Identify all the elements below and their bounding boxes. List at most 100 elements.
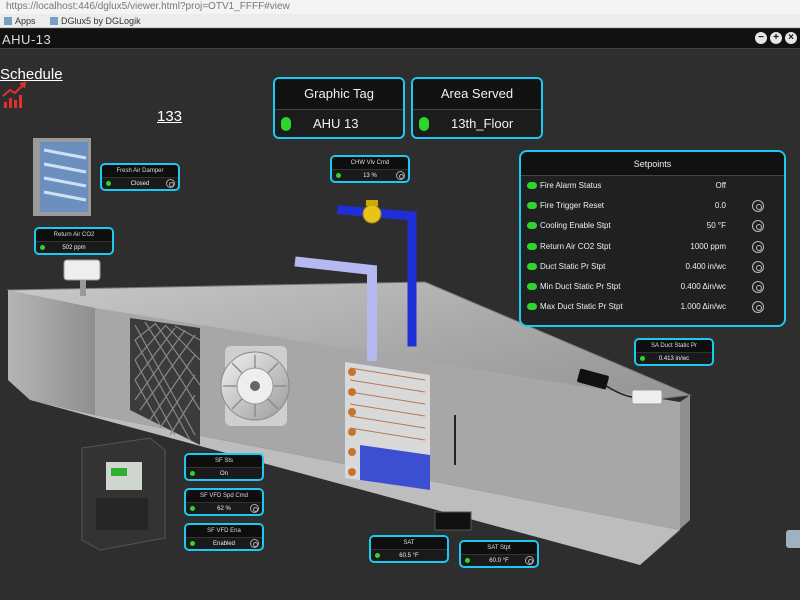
sat-setpoint-widget[interactable]: SAT Stpt 60.0 °F [459, 540, 539, 568]
widget-value: 62 % [217, 506, 231, 512]
widget-value: 502 ppm [62, 245, 86, 251]
status-dot-icon [106, 181, 111, 186]
status-dot-icon [465, 558, 470, 563]
settings-icon[interactable] [525, 556, 534, 565]
sat-widget[interactable]: SAT 60.5 °F [369, 535, 449, 563]
widget-value: Closed [130, 181, 150, 187]
settings-icon[interactable] [166, 179, 175, 188]
settings-icon[interactable] [752, 280, 764, 293]
setpoint-value: 50 °F [706, 221, 726, 231]
schedule-link[interactable]: Schedule [0, 66, 63, 83]
url-text: https://localhost:446/dglux5/viewer.html… [6, 1, 290, 12]
graphic-tag-header: Graphic Tag [275, 79, 403, 110]
area-served-header: Area Served [413, 79, 541, 110]
widget-value: 60.5 °F [399, 553, 419, 559]
widget-label: CHW Vlv Cmd [332, 157, 408, 170]
status-dot-icon [527, 242, 537, 250]
setpoint-label: Fire Trigger Reset [540, 201, 605, 211]
window-title-bar: AHU-13 − + × [0, 29, 800, 49]
setpoint-value: 1000 ppm [690, 241, 726, 251]
status-dot-icon [527, 262, 537, 270]
widget-value-row: 62 % [186, 503, 262, 514]
setpoints-panel: Setpoints Fire Alarm Status Off Fire Tri… [519, 150, 786, 327]
close-button[interactable]: × [785, 32, 797, 44]
chw-valve-cmd-widget[interactable]: CHW Vlv Cmd 13 % [330, 155, 410, 183]
bookmark-icon [50, 17, 59, 25]
cooling-coil [345, 362, 430, 490]
widget-value-row: Enabled [186, 538, 262, 549]
status-dot-icon [527, 303, 537, 311]
status-dot-icon [527, 182, 537, 189]
window-title: AHU-13 [2, 32, 52, 47]
area-served-box: Area Served 13th_Floor [411, 77, 543, 139]
settings-icon[interactable] [250, 504, 259, 513]
widget-label: Fresh Air Damper [102, 165, 178, 178]
setpoint-label: Duct Static Pr Stpt [540, 261, 606, 271]
status-dot-icon [527, 222, 537, 230]
widget-value-row: On [186, 468, 262, 479]
status-dot-icon [190, 471, 195, 476]
settings-icon[interactable] [752, 200, 764, 213]
trend-chart-icon [2, 81, 27, 108]
setpoint-row-cooling-enable-stpt: Cooling Enable Stpt 50 °F [521, 216, 784, 236]
setpoint-value: 0.400 Δin/wc [680, 281, 726, 291]
widget-label: SF VFD Spd Cmd [186, 490, 262, 503]
status-dot-icon [419, 117, 429, 131]
bookmark-apps[interactable]: Apps [4, 16, 36, 26]
apps-icon [4, 17, 12, 25]
area-served-value: 13th_Floor [451, 116, 514, 131]
status-dot-icon [527, 282, 537, 290]
setpoint-value: Off [715, 181, 726, 190]
sa-duct-static-pr-widget[interactable]: SA Duct Static Pr 0.413 in/wc [634, 338, 714, 366]
setpoint-row-max-duct-static-pr-stpt: Max Duct Static Pr Stpt 1.000 Δin/wc [521, 297, 784, 317]
address-bar[interactable]: https://localhost:446/dglux5/viewer.html… [0, 0, 800, 14]
setpoint-row-duct-static-pr-stpt: Duct Static Pr Stpt 0.400 in/wc [521, 257, 784, 277]
maximize-button[interactable]: + [770, 32, 782, 44]
widget-value-row: 502 ppm [36, 242, 112, 253]
widget-value: On [219, 471, 228, 477]
widget-value: 0.413 in/wc [658, 356, 690, 362]
chw-valve-icon [362, 200, 382, 224]
widget-value-row: 13 % [332, 170, 408, 181]
side-scroll-tab[interactable] [786, 530, 800, 548]
status-dot-icon [640, 356, 645, 361]
setpoint-row-return-air-co2-stpt: Return Air CO2 Stpt 1000 ppm [521, 237, 784, 257]
widget-value-row: 60.5 °F [371, 550, 447, 561]
widget-label: SAT [371, 537, 447, 550]
graphic-tag-value: AHU 13 [313, 116, 359, 131]
bookmark-dglux[interactable]: DGlux5 by DGLogik [50, 16, 141, 26]
sf-vfd-speed-cmd-widget[interactable]: SF VFD Spd Cmd 62 % [184, 488, 264, 516]
settings-icon[interactable] [752, 240, 764, 253]
setpoint-value: 1.000 Δin/wc [680, 302, 726, 312]
setpoint-label: Fire Alarm Status [540, 181, 602, 190]
status-dot-icon [375, 553, 380, 558]
graphic-tag-value-row: AHU 13 [275, 110, 403, 137]
settings-icon[interactable] [396, 171, 405, 180]
status-dot-icon [527, 202, 537, 210]
fresh-air-damper-widget[interactable]: Fresh Air Damper Closed [100, 163, 180, 191]
widget-value-row: Closed [102, 178, 178, 189]
setpoint-label: Cooling Enable Stpt [540, 221, 611, 231]
setpoint-label: Min Duct Static Pr Stpt [540, 281, 621, 291]
setpoint-value: 0.0 [714, 201, 726, 211]
widget-label: SF Sts [186, 455, 262, 468]
settings-icon[interactable] [752, 260, 764, 273]
return-air-co2-widget[interactable]: Return Air CO2 502 ppm [34, 227, 114, 255]
area-served-value-row: 13th_Floor [413, 110, 541, 137]
sf-status-widget[interactable]: SF Sts On [184, 453, 264, 481]
minimize-button[interactable]: − [755, 32, 767, 44]
settings-icon[interactable] [752, 301, 764, 314]
setpoint-row-fire-alarm-status: Fire Alarm Status Off [521, 176, 784, 196]
setpoint-value: 0.400 in/wc [685, 261, 726, 271]
vfd-drive-icon [81, 437, 166, 551]
widget-label: SA Duct Static Pr [636, 340, 712, 353]
settings-icon[interactable] [752, 220, 764, 233]
setpoint-row-min-duct-static-pr-stpt: Min Duct Static Pr Stpt 0.400 Δin/wc [521, 277, 784, 297]
supply-fan [220, 346, 290, 426]
settings-icon[interactable] [250, 539, 259, 548]
status-dot-icon [336, 173, 341, 178]
setpoint-row-fire-trigger-reset: Fire Trigger Reset 0.0 [521, 196, 784, 216]
sf-vfd-enable-widget[interactable]: SF VFD Ena Enabled [184, 523, 264, 551]
unit-number-link[interactable]: 133 [157, 108, 182, 125]
widget-value: 60.0 °F [489, 558, 509, 564]
